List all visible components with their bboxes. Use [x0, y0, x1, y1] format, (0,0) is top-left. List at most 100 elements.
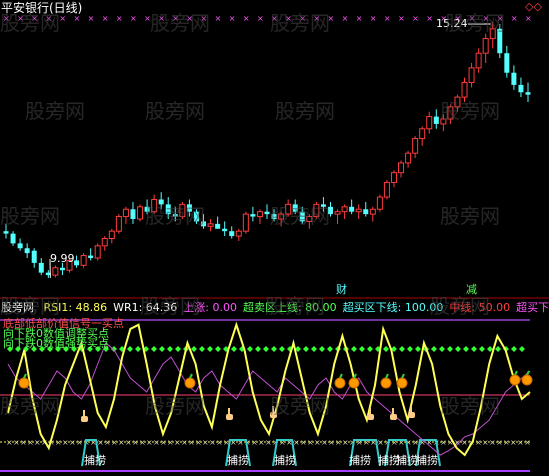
green-diamond [231, 346, 237, 352]
apple-body [380, 377, 392, 389]
gray-x-marker: × [76, 438, 83, 447]
apple-icon [380, 373, 392, 389]
green-diamond [255, 346, 261, 352]
gray-x-marker: × [69, 438, 76, 447]
gray-x-marker: × [489, 438, 496, 447]
green-diamond [383, 346, 389, 352]
watermark: 股旁网 [445, 11, 505, 35]
hand-finger [83, 410, 85, 417]
green-diamond [135, 346, 141, 352]
green-diamond [175, 346, 181, 352]
gray-x-marker: × [265, 438, 272, 447]
apple-body [18, 377, 30, 389]
bottom-label: 捕捞 [84, 454, 106, 467]
apple-leaf [339, 373, 343, 379]
gray-x-marker: × [412, 438, 419, 447]
apple-icon [521, 370, 533, 386]
gray-x-marker: × [125, 438, 132, 447]
gray-x-marker: × [251, 438, 258, 447]
hand-finger [369, 408, 371, 415]
apple-icon [396, 373, 408, 389]
green-diamond [359, 346, 365, 352]
hand-finger [410, 406, 412, 413]
gray-x-marker: × [188, 438, 195, 447]
gray-x-marker: × [377, 438, 384, 447]
gray-x-marker: × [139, 438, 146, 447]
gray-x-marker: × [111, 438, 118, 447]
bottom-label: 捕捞 [227, 454, 249, 467]
gray-x-marker: × [27, 438, 34, 447]
apple-leaf [353, 373, 357, 379]
green-diamond [351, 346, 357, 352]
gray-x-marker: × [104, 438, 111, 447]
hand-pointer-icon [81, 410, 88, 422]
green-diamond [111, 346, 117, 352]
green-diamond [495, 346, 501, 352]
gray-x-marker: × [160, 438, 167, 447]
watermark: 股旁网 [440, 394, 500, 418]
low-price-label: 9.99 [50, 252, 75, 265]
gray-x-marker: × [216, 438, 223, 447]
gray-x-marker: × [510, 438, 517, 447]
green-diamond [431, 346, 437, 352]
hand-pointer-icon [226, 408, 233, 420]
gray-x-marker: × [167, 438, 174, 447]
green-diamond [263, 346, 269, 352]
gray-x-marker: × [293, 438, 300, 447]
corner-diamond-icon: ◇◇ [525, 0, 542, 13]
gray-x-marker: × [440, 438, 447, 447]
apple-body [509, 374, 521, 386]
bottom-label: 捕捞 [416, 454, 438, 467]
gray-x-marker: × [195, 438, 202, 447]
gray-x-marker: × [132, 438, 139, 447]
apple-body [184, 377, 196, 389]
gray-x-marker: × [55, 438, 62, 447]
gray-x-marker: × [146, 438, 153, 447]
watermark: 股旁网 [25, 99, 85, 123]
green-diamond [455, 346, 461, 352]
green-diamond [511, 346, 517, 352]
gray-x-marker: × [153, 438, 160, 447]
apple-leaf [23, 373, 27, 379]
gray-x-marker: × [181, 438, 188, 447]
green-diamond [327, 346, 333, 352]
hand-finger [392, 408, 394, 415]
gray-x-marker: × [496, 438, 503, 447]
gray-x-marker: × [475, 438, 482, 447]
overlay-text-3: 向下跌0数值强势买点 [3, 337, 109, 350]
watermark: 股旁网 [265, 294, 325, 318]
apple-icon [348, 373, 360, 389]
kline-chart-stage: × × × × × × × × × × × × × × × × × × × × × × × × × × × × × × × × × × × × × × ×… [0, 0, 549, 476]
green-diamond [415, 346, 421, 352]
green-diamond [215, 346, 221, 352]
watermark: 股旁网 [145, 99, 205, 123]
watermark: 股旁网 [430, 294, 490, 318]
apple-leaf [189, 373, 193, 379]
green-diamond [271, 346, 277, 352]
marker-cai: 财 [336, 283, 347, 296]
green-diamond [463, 346, 469, 352]
hand-finger [228, 408, 230, 415]
apple-leaf [514, 370, 518, 376]
gray-x-marker: × [307, 438, 314, 447]
gray-x-marker: × [328, 438, 335, 447]
gray-x-marker: × [97, 438, 104, 447]
apple-body [348, 377, 360, 389]
gray-x-marker: × [20, 438, 27, 447]
green-diamond [167, 346, 173, 352]
gray-x-marker: × [524, 438, 531, 447]
bottom-label: 捕捞 [396, 454, 418, 467]
green-diamond [127, 346, 133, 352]
watermark: 股旁网 [145, 394, 205, 418]
watermark: 股旁网 [150, 11, 210, 35]
gray-x-marker: × [503, 438, 510, 447]
bottom-label: 捕捞 [349, 454, 371, 467]
apple-body [334, 377, 346, 389]
apple-leaf [526, 370, 530, 376]
green-diamond [159, 346, 165, 352]
green-diamond [279, 346, 285, 352]
green-diamond [479, 346, 485, 352]
gray-x-marker: × [258, 438, 265, 447]
gray-x-marker: × [62, 438, 69, 447]
green-diamond [439, 346, 445, 352]
